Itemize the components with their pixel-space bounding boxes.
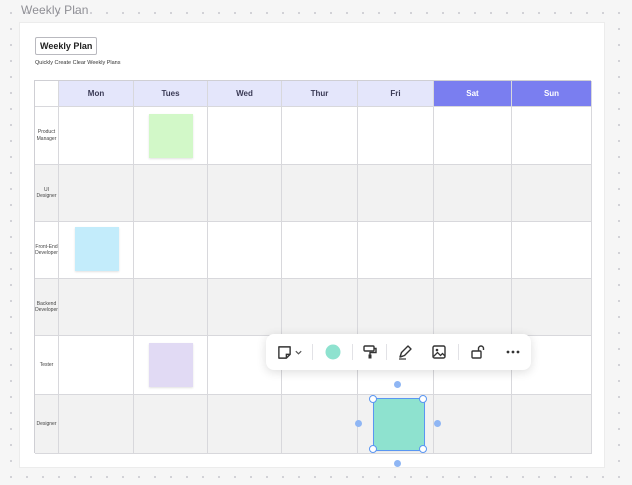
corner-handle-top-right[interactable] (419, 395, 427, 403)
table-cell[interactable] (282, 395, 358, 454)
corner-handle-top-left[interactable] (369, 395, 377, 403)
table-cell[interactable] (59, 279, 134, 336)
sticky-note-icon[interactable] (274, 342, 294, 362)
table-cell[interactable] (59, 395, 134, 454)
table-cell[interactable] (59, 107, 134, 165)
day-header-thur: Thur (282, 81, 358, 107)
table-cell[interactable] (434, 165, 512, 222)
day-header-wed: Wed (208, 81, 282, 107)
weekly-plan-table: Mon Tues Wed Thur Fri Sat Sun Product Manager UI… (34, 80, 592, 454)
toolbar-divider (386, 344, 387, 360)
day-header-sun: Sun (512, 81, 592, 107)
table-cell[interactable] (282, 279, 358, 336)
sticky-note-selected[interactable] (373, 398, 425, 451)
table-cell[interactable] (208, 222, 282, 279)
table-cell[interactable] (358, 165, 434, 222)
resize-handle-right[interactable] (434, 420, 441, 427)
table-cell[interactable] (434, 107, 512, 165)
table-cell[interactable] (358, 222, 434, 279)
table-cell[interactable] (434, 222, 512, 279)
table-cell[interactable] (434, 395, 512, 454)
table-cell[interactable] (208, 279, 282, 336)
table-cell[interactable] (512, 107, 592, 165)
resize-handle-left[interactable] (355, 420, 362, 427)
table-cell[interactable] (59, 165, 134, 222)
rotate-handle-top[interactable] (394, 381, 401, 388)
row-label: Product Manager (35, 107, 59, 165)
toolbar-divider (312, 344, 313, 360)
format-painter-icon[interactable] (360, 342, 380, 362)
chevron-down-icon[interactable] (292, 342, 304, 362)
table-cell[interactable] (282, 222, 358, 279)
row-label: Front-End Developer (35, 222, 59, 279)
pen-icon[interactable] (395, 342, 415, 362)
table-cell[interactable] (208, 107, 282, 165)
day-header-tues: Tues (134, 81, 208, 107)
table-cell[interactable] (59, 336, 134, 395)
table-cell[interactable] (358, 107, 434, 165)
table-cell[interactable] (282, 107, 358, 165)
table-cell[interactable] (512, 279, 592, 336)
table-cell[interactable] (512, 222, 592, 279)
image-icon[interactable] (429, 342, 449, 362)
row-label: UI Designer (35, 165, 59, 222)
table-cell[interactable] (208, 395, 282, 454)
sticky-note[interactable] (149, 114, 193, 158)
table-cell[interactable] (134, 395, 208, 454)
unlock-icon[interactable] (467, 342, 487, 362)
table-cell[interactable] (512, 165, 592, 222)
day-header-mon: Mon (59, 81, 134, 107)
more-icon[interactable] (503, 342, 523, 362)
row-label: Tester (35, 336, 59, 395)
fill-color-swatch[interactable] (323, 342, 343, 362)
toolbar-divider (458, 344, 459, 360)
day-header-sat: Sat (434, 81, 512, 107)
page-subtitle: Quickly Create Clear Weekly Plans (35, 60, 121, 66)
sticky-note[interactable] (149, 343, 193, 387)
row-label: Designer (35, 395, 59, 454)
frame-title[interactable]: Weekly Plan (21, 3, 89, 17)
weekly-plan-button[interactable]: Weekly Plan (35, 37, 98, 55)
table-cell[interactable] (434, 279, 512, 336)
row-label: Backend Developer (35, 279, 59, 336)
toolbar-divider (352, 344, 353, 360)
table-cell[interactable] (134, 222, 208, 279)
table-cell[interactable] (134, 279, 208, 336)
corner-handle-bottom-right[interactable] (419, 445, 427, 453)
day-header-fri: Fri (358, 81, 434, 107)
corner-handle-bottom-left[interactable] (369, 445, 377, 453)
table-cell[interactable] (358, 279, 434, 336)
table-cell[interactable] (282, 165, 358, 222)
swatch-circle (325, 344, 341, 360)
table-corner (35, 81, 59, 107)
selection-toolbar (266, 334, 531, 370)
table-cell[interactable] (208, 165, 282, 222)
table-cell[interactable] (512, 395, 592, 454)
sticky-note[interactable] (75, 227, 119, 271)
resize-handle-bottom[interactable] (394, 460, 401, 467)
table-cell[interactable] (134, 165, 208, 222)
